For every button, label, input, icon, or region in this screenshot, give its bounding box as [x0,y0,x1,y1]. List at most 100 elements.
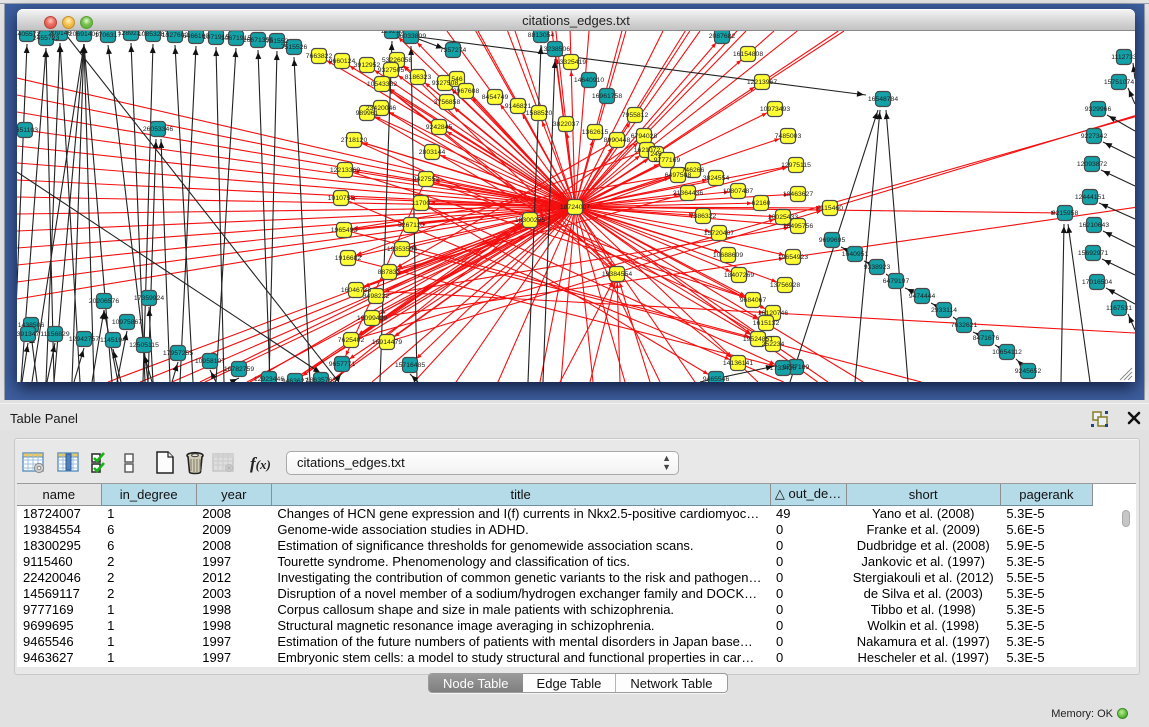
svg-text:3498222: 3498222 [363,293,390,300]
svg-text:1651103: 1651103 [17,127,38,134]
svg-text:16210643: 16210643 [1079,222,1109,229]
svg-text:6479197: 6479197 [883,278,910,285]
svg-text:9338923: 9338923 [864,264,891,271]
svg-text:18300295: 18300295 [515,217,545,224]
svg-text:13756928: 13756928 [770,282,800,289]
svg-text:9146821: 9146821 [505,103,532,110]
svg-text:20206576: 20206576 [89,298,119,305]
svg-text:53226058: 53226058 [382,57,412,64]
svg-text:1362615: 1362615 [582,129,609,136]
svg-text:3756858: 3756858 [434,99,461,106]
svg-text:11156829: 11156829 [40,331,69,338]
svg-text:17016504: 17016504 [1082,279,1112,286]
svg-text:391347: 391347 [17,331,40,338]
svg-text:9657771: 9657771 [329,361,356,368]
svg-text:10973493: 10973493 [760,106,790,113]
svg-text:16961758: 16961758 [592,93,622,100]
svg-text:3822037: 3822037 [553,121,580,128]
svg-text:1640951: 1640951 [842,251,869,258]
svg-text:16782759: 16782759 [224,366,254,373]
svg-text:8471676: 8471676 [973,335,1000,342]
svg-text:989961: 989961 [356,110,379,117]
svg-text:18463627: 18463627 [783,191,813,198]
svg-text:9245652: 9245652 [1015,368,1042,375]
svg-text:9227342: 9227342 [1081,133,1108,140]
svg-text:7955812: 7955812 [622,112,649,119]
svg-text:9699695: 9699695 [819,237,846,244]
svg-text:3912952: 3912952 [354,62,381,69]
svg-text:26053346: 26053346 [143,126,173,133]
svg-text:546: 546 [451,76,463,83]
svg-text:7515526: 7515526 [281,44,308,51]
svg-text:19384554: 19384554 [602,271,632,278]
svg-text:18635763: 18635763 [306,377,336,382]
svg-text:3267110: 3267110 [398,222,424,229]
svg-text:7632621: 7632621 [951,322,978,329]
svg-text:19353594: 19353594 [387,246,417,253]
svg-text:252234: 252234 [762,341,785,348]
svg-text:9327505: 9327505 [378,67,405,74]
svg-text:887833: 887833 [378,269,401,276]
svg-text:7357274: 7357274 [440,47,467,54]
svg-text:8813054: 8813054 [528,32,555,39]
svg-text:16033809: 16033809 [396,33,426,40]
svg-text:9329966: 9329966 [1085,106,1112,113]
svg-text:2718120: 2718120 [341,137,368,144]
svg-text:7485003: 7485003 [775,133,802,140]
svg-text:21364436: 21364436 [673,190,703,197]
svg-text:1733426: 1733426 [770,365,797,372]
svg-text:10025433: 10025433 [768,214,798,221]
svg-text:9463627: 9463627 [282,378,309,382]
svg-text:9474444: 9474444 [909,293,936,300]
svg-text:10958107: 10958107 [195,358,225,365]
svg-text:15716485: 15716485 [395,362,425,369]
svg-text:2933114: 2933114 [931,307,957,314]
svg-text:15720407: 15720407 [704,230,734,237]
svg-text:1010755: 1010755 [328,195,355,202]
svg-text:62160: 62160 [752,200,771,207]
svg-text:17957255: 17957255 [163,350,193,357]
svg-text:18407269: 18407269 [724,272,754,279]
svg-text:16099489: 16099489 [357,315,387,322]
svg-text:18724007: 18724007 [560,204,590,211]
svg-text:12505115: 12505115 [129,342,159,349]
svg-text:1588520: 1588520 [526,110,553,117]
svg-text:14136141: 14136141 [723,360,753,367]
svg-text:14640910: 14640910 [574,77,604,84]
svg-text:19654923: 19654923 [778,254,808,261]
svg-text:6497508: 6497508 [665,172,692,179]
svg-text:9215958: 9215958 [1052,210,1079,217]
svg-text:1438506: 1438506 [18,322,45,329]
svg-text:9660124: 9660124 [329,58,356,65]
svg-text:12213967: 12213967 [747,79,777,86]
svg-text:9242845: 9242845 [426,124,453,131]
svg-text:3824554: 3824554 [703,175,730,182]
svg-text:12942757: 12942757 [69,336,99,343]
svg-text:13325419: 13325419 [556,59,586,66]
svg-text:2967608: 2967608 [453,88,480,95]
svg-text:13238506: 13238506 [540,46,570,53]
svg-text:12923446: 12923446 [254,376,284,382]
svg-text:16548784: 16548784 [868,96,898,103]
svg-text:15751074: 15751074 [1104,79,1134,86]
svg-text:12213369: 12213369 [330,167,360,174]
svg-text:18495756: 18495756 [783,223,813,230]
svg-text:1916682: 1916682 [335,255,362,262]
svg-text:1167531: 1167531 [1106,305,1132,312]
svg-text:2087682: 2087682 [709,33,736,40]
svg-text:1965493: 1965493 [331,227,358,234]
svg-text:1615132: 1615132 [753,320,780,327]
svg-text:12093872: 12093872 [1077,161,1107,168]
svg-text:16154808: 16154808 [733,51,763,58]
svg-text:17359924: 17359924 [134,295,164,302]
svg-text:6794028: 6794028 [631,133,658,140]
svg-text:2803144: 2803144 [419,149,446,156]
svg-text:8186323: 8186323 [405,74,432,81]
svg-text:11700: 11700 [412,200,431,207]
svg-text:1145194: 1145194 [100,337,126,344]
svg-text:9777169: 9777169 [654,157,681,164]
svg-text:15692971: 15692971 [1078,250,1108,257]
svg-text:9465546: 9465546 [703,376,730,382]
svg-text:10654112: 10654112 [992,349,1022,356]
svg-text:10543382: 10543382 [367,81,397,88]
